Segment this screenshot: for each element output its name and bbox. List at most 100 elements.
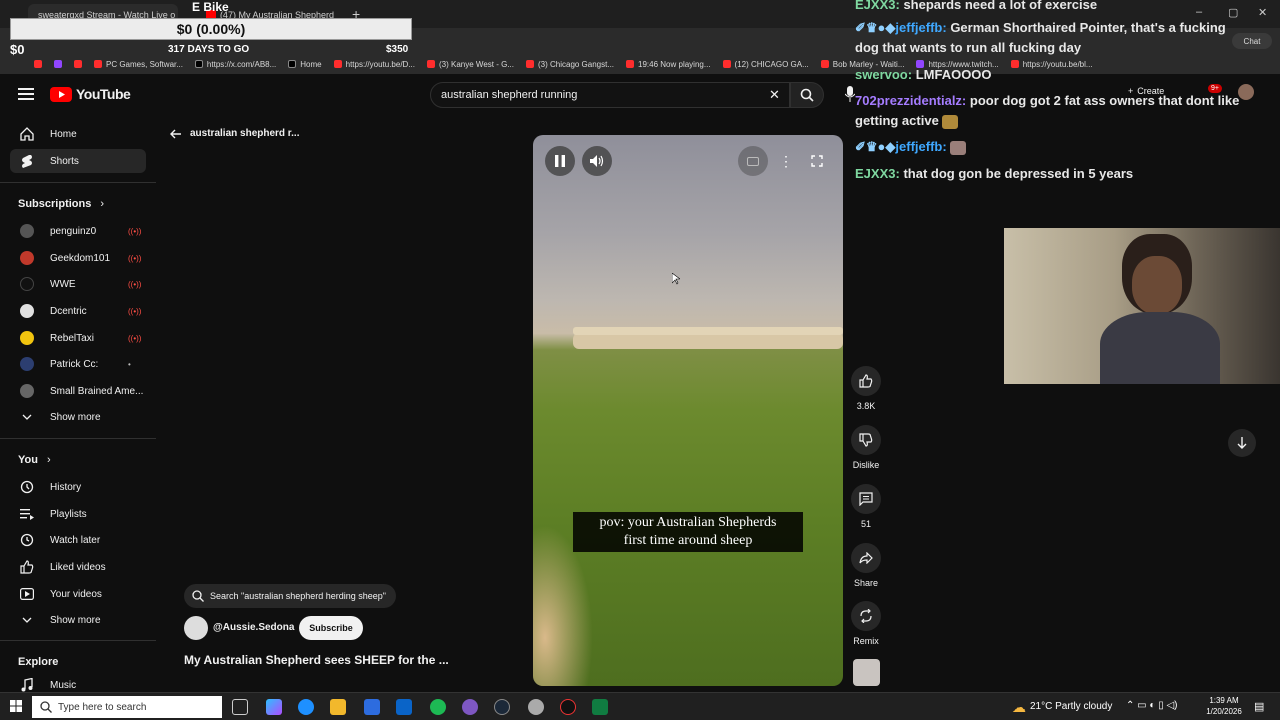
notifications-icon[interactable]: ▤	[1254, 700, 1264, 713]
taskbar-clock[interactable]: 1:39 AM 1/20/2026	[1204, 695, 1244, 717]
show-more-subscriptions[interactable]: Show more	[10, 405, 146, 429]
bookmark[interactable]: (3) Kanye West - G...	[427, 60, 514, 69]
subscription-item[interactable]: RebelTaxi ((•))	[10, 326, 146, 350]
captions-button[interactable]	[738, 146, 768, 176]
bookmark[interactable]	[54, 60, 62, 68]
outlook-icon[interactable]	[396, 699, 412, 715]
chat-text: German Shorthaired Pointer, that's a fuc…	[950, 20, 1226, 35]
bookmark[interactable]	[34, 60, 42, 68]
chat-text: dog that wants to run all fucking day	[855, 40, 1082, 55]
steam-icon[interactable]	[494, 699, 510, 715]
subscription-item[interactable]: Dcentric ((•))	[10, 299, 146, 323]
spotify-icon[interactable]	[430, 699, 446, 715]
search-icon	[192, 590, 204, 602]
weather-text[interactable]: 21°C Partly cloudy	[1030, 701, 1112, 712]
bookmark[interactable]: https://youtu.be/D...	[333, 60, 415, 69]
show-more-you[interactable]: Show more	[10, 608, 146, 632]
menu-icon[interactable]	[18, 88, 34, 100]
volume-button[interactable]	[582, 146, 612, 176]
store-icon[interactable]	[364, 699, 380, 715]
chat-button[interactable]: Chat	[1232, 33, 1272, 49]
bookmark[interactable]: https://x.com/AB8...	[194, 60, 276, 69]
home-icon	[18, 125, 36, 143]
chat-username: 702prezzidentialz:	[855, 93, 967, 108]
sidebar-label: Your videos	[50, 588, 102, 600]
clear-search-icon[interactable]: ✕	[769, 87, 780, 103]
obs-icon[interactable]	[462, 699, 478, 715]
chevron-right-icon: ›	[100, 198, 105, 210]
you-header[interactable]: You ›	[18, 454, 51, 466]
subscription-item[interactable]: Small Brained Ame...	[10, 379, 146, 403]
fullscreen-button[interactable]	[805, 146, 829, 176]
subscription-item[interactable]: Geekdom101 ((•))	[10, 246, 146, 270]
app-icon[interactable]	[528, 699, 544, 715]
bookmark[interactable]: (3) Chicago Gangst...	[525, 60, 614, 69]
sidebar-item-your-videos[interactable]: Your videos	[10, 582, 146, 606]
close-window-icon[interactable]: ✕	[1258, 6, 1267, 19]
pause-button[interactable]	[545, 146, 575, 176]
sidebar-item-playlists[interactable]: Playlists	[10, 502, 146, 526]
windows-start-icon[interactable]	[10, 700, 22, 712]
subscription-item[interactable]: WWE ((•))	[10, 272, 146, 296]
sidebar-item-history[interactable]: History	[10, 475, 146, 499]
system-tray-icons[interactable]: ⌃ ▭ ◐ ▯ ◁)	[1126, 700, 1178, 711]
subscriptions-header[interactable]: Subscriptions ›	[18, 198, 104, 210]
subscribe-button[interactable]: Subscribe	[299, 616, 363, 640]
minimize-icon[interactable]: –	[1196, 6, 1202, 18]
edge-icon[interactable]	[298, 699, 314, 715]
bookmark[interactable]: (12) CHICAGO GA...	[722, 60, 809, 69]
subscription-item[interactable]: penguinz0 ((•))	[10, 219, 146, 243]
donation-progress-bar: $0 (0.00%)	[10, 18, 412, 40]
search-suggestion-chip[interactable]: Search "australian shepherd herding shee…	[184, 584, 397, 608]
caption-line: pov: your Australian Shepherds	[599, 515, 777, 530]
youtube-logo-icon	[50, 86, 72, 102]
sidebar-item-shorts[interactable]: Shorts	[10, 149, 146, 173]
xbox-icon[interactable]	[592, 699, 608, 715]
sidebar-item-liked-videos[interactable]: Liked videos	[10, 555, 146, 579]
remix-label: Remix	[853, 636, 879, 646]
like-button[interactable]	[851, 366, 881, 396]
file-explorer-icon[interactable]	[330, 699, 346, 715]
shorts-video-player[interactable]: ⋮ pov: your Australian Shepherds first t…	[533, 135, 843, 686]
next-short-button[interactable]	[1228, 429, 1256, 457]
maximize-icon[interactable]: ▢	[1228, 6, 1238, 19]
new-content-dot-icon: •	[128, 359, 131, 369]
microphone-icon[interactable]	[845, 86, 855, 102]
search-button[interactable]	[790, 82, 824, 108]
bookmark[interactable]	[74, 60, 82, 68]
task-view-icon[interactable]	[232, 699, 248, 715]
channel-handle[interactable]: @Aussie.Sedona	[213, 622, 294, 633]
sound-thumbnail[interactable]	[853, 659, 880, 686]
remix-button[interactable]	[851, 601, 881, 631]
back-to-search[interactable]: australian shepherd r...	[170, 128, 299, 139]
youtube-icon	[626, 60, 635, 68]
copilot-icon[interactable]	[266, 699, 282, 715]
chat-text: that dog gon be depressed in 5 years	[903, 166, 1134, 181]
chat-username: EJXX3:	[855, 166, 900, 181]
bookmark[interactable]: 19:46 Now playing...	[626, 60, 711, 69]
sidebar-item-watch-later[interactable]: Watch later	[10, 528, 146, 552]
dislike-button[interactable]	[851, 425, 881, 455]
channel-name: Geekdom101	[50, 252, 111, 264]
short-title[interactable]: My Australian Shepherd sees SHEEP for th…	[184, 653, 449, 667]
comments-button[interactable]	[851, 484, 881, 514]
search-input[interactable]: australian shepherd running	[441, 89, 577, 101]
sidebar-label: Shorts	[50, 155, 79, 167]
live-icon: ((•))	[128, 333, 142, 343]
chat-message: getting active	[855, 111, 959, 131]
more-options-icon[interactable]: ⋮	[776, 146, 796, 176]
account-avatar[interactable]	[1238, 84, 1254, 100]
taskbar-search-placeholder: Type here to search	[58, 701, 147, 713]
bookmark[interactable]: PC Games, Softwar...	[94, 60, 183, 69]
channel-avatar[interactable]	[184, 616, 208, 640]
taskbar-search[interactable]: Type here to search	[32, 696, 222, 718]
app-icon[interactable]	[560, 699, 576, 715]
bookmark[interactable]: https://youtu.be/bl...	[1010, 60, 1093, 69]
youtube-logo[interactable]: YouTube	[50, 86, 131, 102]
subscription-item[interactable]: Patrick Cc: •	[10, 352, 146, 376]
arrow-down-icon	[1237, 437, 1247, 449]
bookmark[interactable]: Home	[288, 60, 322, 69]
search-box[interactable]: australian shepherd running ✕	[430, 82, 790, 108]
sidebar-item-home[interactable]: Home	[10, 122, 146, 146]
share-button[interactable]	[851, 543, 881, 573]
